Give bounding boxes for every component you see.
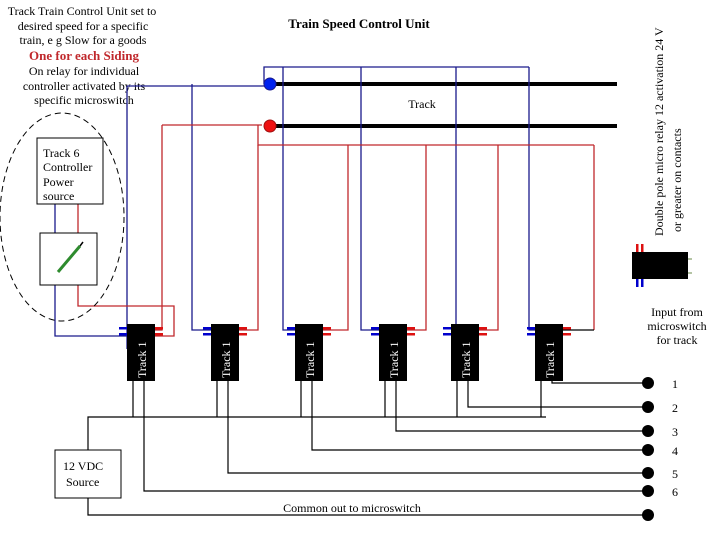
blue-rail-terminal <box>263 77 277 91</box>
terminal-strip: 1 2 3 4 5 6 <box>642 377 678 499</box>
wiring-diagram: Train Speed Control Unit Track Train Con… <box>0 0 720 540</box>
input-note: Input from microswitch for track <box>647 305 706 347</box>
relay-output-wire <box>551 381 648 384</box>
diagram-canvas: Train Speed Control Unit Track Train Con… <box>0 4 707 521</box>
terminal-5[interactable] <box>642 467 654 479</box>
intro-line: train, e g Slow for a goods <box>20 33 147 47</box>
relay-label: Track 1 <box>135 341 149 378</box>
terminal-4[interactable] <box>642 444 654 456</box>
relay-label: Track 1 <box>219 341 233 378</box>
relay-spec-line: or greater on contacts <box>670 128 684 232</box>
relay-red-pin <box>155 333 163 336</box>
relay-blue-pin <box>527 333 535 336</box>
terminal-label: 5 <box>672 467 678 481</box>
relay-blue-pin <box>203 333 211 336</box>
relay-red-pin <box>479 327 487 330</box>
terminal-label: 3 <box>672 425 678 439</box>
relay-blue-pin <box>443 327 451 330</box>
terminal-label: 6 <box>672 485 678 499</box>
relay-label: Track 1 <box>387 341 401 378</box>
red-rail-terminal <box>263 119 277 133</box>
power-line: Source <box>66 475 99 489</box>
relay-blue-pin <box>119 333 127 336</box>
legend-relay-icon <box>632 244 692 287</box>
relay-output-wire <box>395 381 648 432</box>
power-line: 12 VDC <box>63 459 103 473</box>
track-label: Track <box>408 97 436 111</box>
relay-red-pin <box>155 327 163 330</box>
relay-note-line: specific microswitch <box>34 93 134 107</box>
relay-blue-pin <box>287 333 295 336</box>
input-line: microswitch <box>647 319 706 333</box>
terminal-label: 4 <box>672 444 678 458</box>
relay-4: Track 1 <box>371 324 648 432</box>
relay-red-pin <box>407 333 415 336</box>
diagram-title: Train Speed Control Unit <box>288 16 430 31</box>
relay-blue-pin <box>119 327 127 330</box>
relay-blue-pin <box>371 327 379 330</box>
controller-line: source <box>43 189 74 203</box>
relay-label: Track 1 <box>459 341 473 378</box>
power-source-box <box>54 449 122 499</box>
relay-red-pin <box>239 327 247 330</box>
relay-blue-pin <box>203 327 211 330</box>
relay-blue-pin <box>371 333 379 336</box>
controller-line: Power <box>43 175 74 189</box>
terminal-1[interactable] <box>642 377 654 389</box>
controller-line: Track 6 <box>43 146 80 160</box>
relay-red-pin <box>323 327 331 330</box>
relay-blue-pin <box>287 327 295 330</box>
controller-line: Controller <box>43 160 92 174</box>
terminal-3[interactable] <box>642 425 654 437</box>
relay-label: Track 1 <box>303 341 317 378</box>
relay-red-pin <box>479 333 487 336</box>
relay-spec-line: Double pole micro relay 12 activation 24… <box>652 27 666 236</box>
relay-note-line: On relay for individual <box>29 64 140 78</box>
intro-note: Track Train Control Unit set to desired … <box>8 4 157 107</box>
relay-output-wire <box>467 381 648 408</box>
relay-label: Track 1 <box>543 341 557 378</box>
relay-6: Track 1 <box>527 324 648 417</box>
terminal-2[interactable] <box>642 401 654 413</box>
common-label: Common out to microswitch <box>283 501 421 515</box>
relay-red-pin <box>407 327 415 330</box>
input-line: for track <box>657 333 698 347</box>
relay-red-pin <box>563 333 571 336</box>
highlight-note: One for each Siding <box>29 48 139 63</box>
red-wires <box>77 124 595 337</box>
intro-line: desired speed for a specific <box>18 19 149 33</box>
terminal-label: 2 <box>672 401 678 415</box>
relay-red-pin <box>563 327 571 330</box>
terminal-label: 1 <box>672 377 678 391</box>
relay-output-wire <box>311 381 648 451</box>
input-line: Input from <box>651 305 703 319</box>
relay-blue-pin <box>527 327 535 330</box>
relay-row: Track 1 Track 1 Track 1 Track 1 Track 1 Track… <box>119 324 648 492</box>
common-terminal[interactable] <box>642 509 654 521</box>
relay-2: Track 1 <box>203 324 648 474</box>
relay-output-wire <box>227 381 648 474</box>
relay-blue-pin <box>443 333 451 336</box>
blue-wires <box>54 66 535 349</box>
terminal-6[interactable] <box>642 485 654 497</box>
relay-red-pin <box>323 333 331 336</box>
intro-line: Track Train Control Unit set to <box>8 4 157 18</box>
relay-red-pin <box>239 333 247 336</box>
